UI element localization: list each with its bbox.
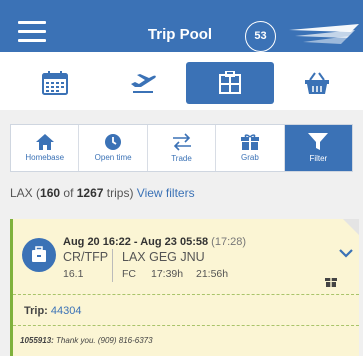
airplane-icon (131, 74, 156, 93)
chevron-down-icon[interactable] (339, 248, 353, 258)
card-divider (13, 325, 359, 326)
trip-duration: (17:28) (211, 236, 247, 248)
card-corner-fold (343, 219, 359, 235)
trip-number-link[interactable]: 44304 (51, 305, 82, 317)
brand-logo-icon (289, 24, 359, 44)
clock-icon (105, 134, 122, 150)
summary-base: LAX (10, 186, 33, 200)
summary-shown-count: 160 (40, 186, 61, 200)
trip-block-time: 17:39h (151, 268, 184, 280)
main-tab-bar (0, 52, 363, 110)
open-time-label: Open time (94, 153, 132, 162)
summary-trips: trips) (103, 186, 137, 200)
swap-arrows-icon (172, 133, 191, 151)
trip-note: 1055913: Thank you. (909) 816-6373 (20, 336, 153, 345)
trip-route: LAX GEG JNU (122, 250, 205, 264)
note-id: 1055913: (20, 336, 54, 345)
grab-button[interactable]: Grab (216, 125, 285, 171)
calendar-icon (42, 71, 68, 95)
open-time-button[interactable]: Open time (79, 125, 148, 171)
trip-label: Trip: (24, 305, 48, 317)
page-title: Trip Pool (147, 26, 213, 43)
note-text: Thank you. (909) 816-6373 (56, 336, 153, 345)
card-divider (13, 294, 359, 295)
view-filters-link[interactable]: View filters (137, 186, 195, 200)
trip-position: FC (122, 268, 136, 280)
homebase-label: Homebase (25, 153, 65, 162)
tab-trip-pool[interactable] (186, 62, 274, 104)
trade-button[interactable]: Trade (148, 125, 217, 171)
summary-open-paren: ( (32, 186, 41, 200)
tab-basket[interactable] (273, 62, 361, 104)
trip-count-badge[interactable]: 53 (245, 21, 276, 52)
trip-pay: 16.1 (63, 268, 84, 280)
summary-total-count: 1267 (76, 186, 104, 200)
tab-flights[interactable] (99, 62, 187, 104)
results-summary: LAX (160 of 1267 trips) View filters (10, 186, 195, 200)
grab-gift-icon (325, 278, 337, 287)
column-divider (112, 249, 113, 282)
grab-label: Grab (241, 153, 259, 162)
trip-dates: Aug 20 16:22 - Aug 23 05:58 (17:28) (63, 236, 246, 248)
basket-icon (305, 72, 329, 94)
menu-icon[interactable] (18, 21, 46, 43)
trip-credit-time: 21:56h (196, 268, 229, 280)
home-icon (35, 134, 54, 150)
trip-id-row: Trip: 44304 (24, 305, 82, 317)
gift-icon (240, 134, 259, 150)
trip-date-range: Aug 20 16:22 - Aug 23 05:58 (63, 236, 209, 248)
trip-card[interactable]: Aug 20 16:22 - Aug 23 05:58 (17:28) CR/T… (10, 219, 359, 356)
filter-icon (308, 133, 329, 150)
trade-label: Trade (171, 154, 192, 163)
action-toolbar: Homebase Open time Trade Grab Filter (10, 124, 353, 172)
filter-button[interactable]: Filter (284, 125, 353, 171)
summary-of: of (60, 186, 77, 200)
filter-label: Filter (309, 154, 328, 163)
tab-calendar[interactable] (11, 62, 99, 104)
homebase-button[interactable]: Homebase (11, 125, 80, 171)
trip-pool-icon (219, 71, 241, 94)
suitcase-icon (22, 238, 56, 272)
trip-code: CR/TFP (63, 250, 109, 264)
app-header: Trip Pool 53 (0, 0, 363, 52)
